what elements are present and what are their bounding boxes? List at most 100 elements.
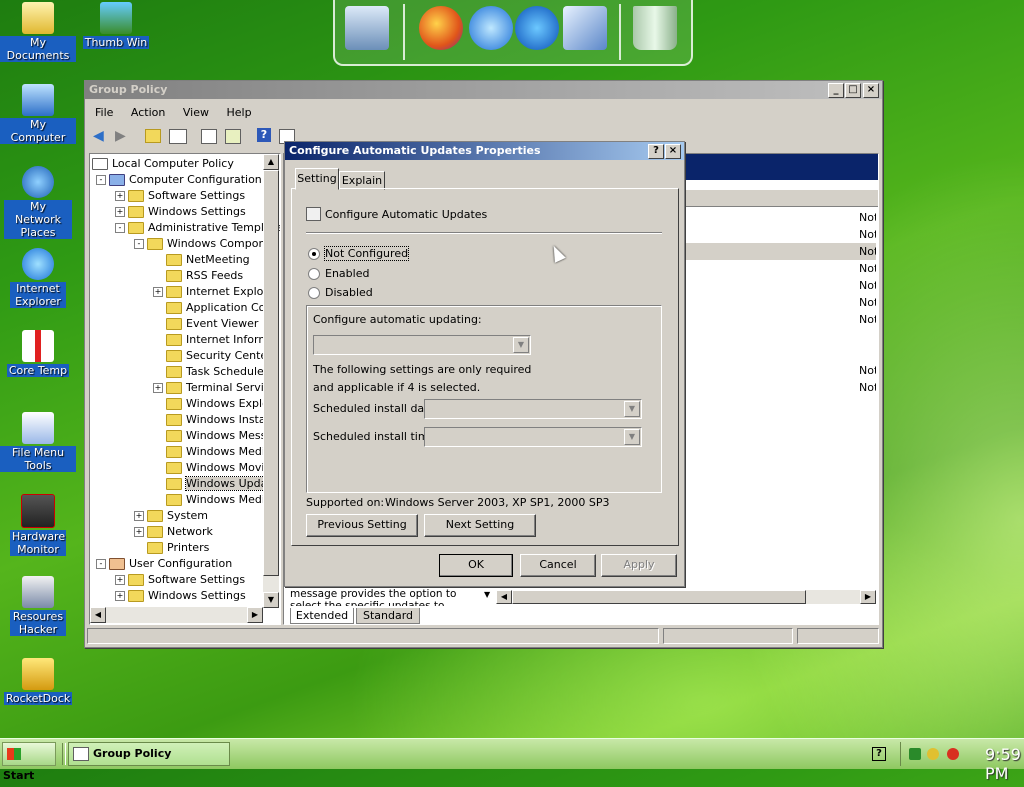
- expand-icon[interactable]: +: [134, 511, 144, 521]
- tree-node[interactable]: Application Com: [153, 300, 276, 316]
- menu-view[interactable]: View: [183, 106, 209, 119]
- tree-node[interactable]: Windows Explor: [153, 396, 273, 412]
- tree-node[interactable]: + Network: [134, 524, 213, 540]
- collapse-icon[interactable]: -: [96, 559, 106, 569]
- tree-scrollbar[interactable]: ▲ ▼: [263, 154, 279, 608]
- tree-node[interactable]: Printers: [134, 540, 209, 556]
- tree-node[interactable]: Internet Inform: [153, 332, 269, 348]
- collapse-icon[interactable]: -: [115, 223, 125, 233]
- ok-button[interactable]: OK: [439, 554, 513, 577]
- menu-action[interactable]: Action: [131, 106, 165, 119]
- tree-node[interactable]: Windows Updat: [153, 476, 273, 492]
- tree-node[interactable]: + System: [134, 508, 208, 524]
- radio-enabled[interactable]: Enabled: [308, 267, 369, 280]
- tree-node[interactable]: - Computer Configuration: [96, 172, 262, 188]
- tree-node[interactable]: RSS Feeds: [153, 268, 243, 284]
- radio-disabled[interactable]: Disabled: [308, 286, 373, 299]
- recycle-bin-icon[interactable]: [633, 6, 677, 50]
- up-folder-icon[interactable]: [145, 129, 161, 143]
- internet-explorer-icon[interactable]: [469, 6, 513, 50]
- collapse-icon[interactable]: -: [134, 239, 144, 249]
- tree-node[interactable]: Event Viewer: [153, 316, 258, 332]
- tree-node[interactable]: - User Configuration: [96, 556, 232, 572]
- desktop-icon-internet-explorer[interactable]: Internet Explorer: [0, 248, 76, 308]
- tree-node[interactable]: + Software Settings: [115, 188, 245, 204]
- export-list-icon[interactable]: [201, 129, 217, 144]
- start-button[interactable]: Start: [2, 742, 56, 782]
- taskbar-button-group-policy[interactable]: Group Policy: [68, 742, 230, 766]
- tree-node[interactable]: + Windows Settings: [115, 204, 246, 220]
- maximize-button[interactable]: □: [845, 83, 861, 98]
- details-hscrollbar[interactable]: ◀ ▶: [496, 590, 876, 604]
- next-setting-button[interactable]: Next Setting: [424, 514, 536, 537]
- expand-icon[interactable]: +: [115, 207, 125, 217]
- desktop-icon-file-menu-tools[interactable]: File Menu Tools: [0, 412, 76, 472]
- monitor-icon[interactable]: [345, 6, 389, 50]
- desktop-icon-my-documents[interactable]: My Documents: [0, 2, 76, 62]
- desktop-icon-core-temp[interactable]: Core Temp: [0, 330, 76, 377]
- scroll-thumb[interactable]: [263, 170, 279, 576]
- desktop-icon-rocketdock[interactable]: RocketDock: [0, 658, 76, 705]
- tab-setting[interactable]: Setting: [295, 168, 339, 190]
- tree-node[interactable]: Task Scheduler: [153, 364, 268, 380]
- updating-mode-select[interactable]: ▼: [313, 335, 531, 355]
- desktop-icon-hardware-monitor[interactable]: Hardware Monitor: [0, 494, 76, 556]
- tree-node[interactable]: - Windows Componer: [134, 236, 277, 252]
- apply-button[interactable]: Apply: [601, 554, 677, 577]
- tree-node[interactable]: + Internet Explor: [153, 284, 268, 300]
- dialog-titlebar[interactable]: Configure Automatic Updates Properties ?…: [285, 142, 684, 160]
- desktop-icon-my-computer[interactable]: My Computer: [0, 84, 76, 144]
- tree-node[interactable]: + Terminal Service: [153, 380, 277, 396]
- tree-node[interactable]: Local Computer Policy: [92, 156, 234, 172]
- scroll-left-button[interactable]: ◀: [90, 607, 106, 623]
- tree-node[interactable]: NetMeeting: [153, 252, 250, 268]
- windows-update-icon[interactable]: [563, 6, 607, 50]
- expand-icon[interactable]: +: [153, 383, 163, 393]
- previous-setting-button[interactable]: Previous Setting: [306, 514, 418, 537]
- tree-node[interactable]: + Software Settings: [115, 572, 245, 588]
- tree-node[interactable]: Windows Movie: [153, 460, 271, 476]
- tab-extended[interactable]: Extended: [290, 608, 354, 624]
- expand-icon[interactable]: +: [153, 287, 163, 297]
- scroll-right-button[interactable]: ▶: [860, 590, 876, 604]
- menu-file[interactable]: File: [95, 106, 113, 119]
- tree-node[interactable]: Windows Media: [153, 444, 272, 460]
- expand-icon[interactable]: +: [115, 591, 125, 601]
- description-scroll-down[interactable]: ▼: [484, 590, 490, 599]
- security-alert-icon[interactable]: [947, 748, 959, 760]
- radio-not-configured[interactable]: Not Configured: [308, 246, 410, 261]
- menu-help[interactable]: Help: [226, 106, 251, 119]
- show-hide-tree-icon[interactable]: [169, 129, 187, 144]
- tree-node[interactable]: Windows Media: [153, 492, 272, 508]
- properties-icon[interactable]: [225, 129, 241, 144]
- network-icon[interactable]: [927, 748, 939, 760]
- hscroll-thumb[interactable]: [512, 590, 806, 604]
- group-policy-titlebar[interactable]: Group Policy _ □ ×: [85, 81, 882, 99]
- tree-node[interactable]: Windows Install: [153, 412, 272, 428]
- close-button[interactable]: ×: [863, 83, 879, 98]
- tree-node[interactable]: Windows Messe: [153, 428, 273, 444]
- tree-node[interactable]: Security Center: [153, 348, 272, 364]
- back-icon[interactable]: ◀: [93, 129, 109, 143]
- tab-standard[interactable]: Standard: [356, 608, 420, 624]
- tree-node[interactable]: - Administrative Template: [115, 220, 280, 236]
- tree-hscrollbar[interactable]: ◀ ▶: [90, 607, 263, 623]
- desktop-icon-thumb-win[interactable]: Thumb Win: [78, 2, 154, 49]
- safely-remove-icon[interactable]: [909, 748, 921, 760]
- install-day-select[interactable]: ▼: [424, 399, 642, 419]
- scroll-left-button[interactable]: ◀: [496, 590, 512, 604]
- media-player-icon[interactable]: [515, 6, 559, 50]
- help-icon[interactable]: ?: [257, 128, 271, 142]
- forward-icon[interactable]: ▶: [115, 129, 131, 143]
- collapse-icon[interactable]: -: [96, 175, 106, 185]
- scroll-down-button[interactable]: ▼: [263, 592, 279, 608]
- desktop-icon-my-network-places[interactable]: My Network Places: [0, 166, 76, 239]
- tree-node[interactable]: + Windows Settings: [115, 588, 246, 604]
- minimize-button[interactable]: _: [828, 83, 844, 98]
- firefox-icon[interactable]: [419, 6, 463, 50]
- cancel-button[interactable]: Cancel: [520, 554, 596, 577]
- scroll-right-button[interactable]: ▶: [247, 607, 263, 623]
- scroll-up-button[interactable]: ▲: [263, 154, 279, 170]
- expand-icon[interactable]: +: [115, 575, 125, 585]
- expand-icon[interactable]: +: [115, 191, 125, 201]
